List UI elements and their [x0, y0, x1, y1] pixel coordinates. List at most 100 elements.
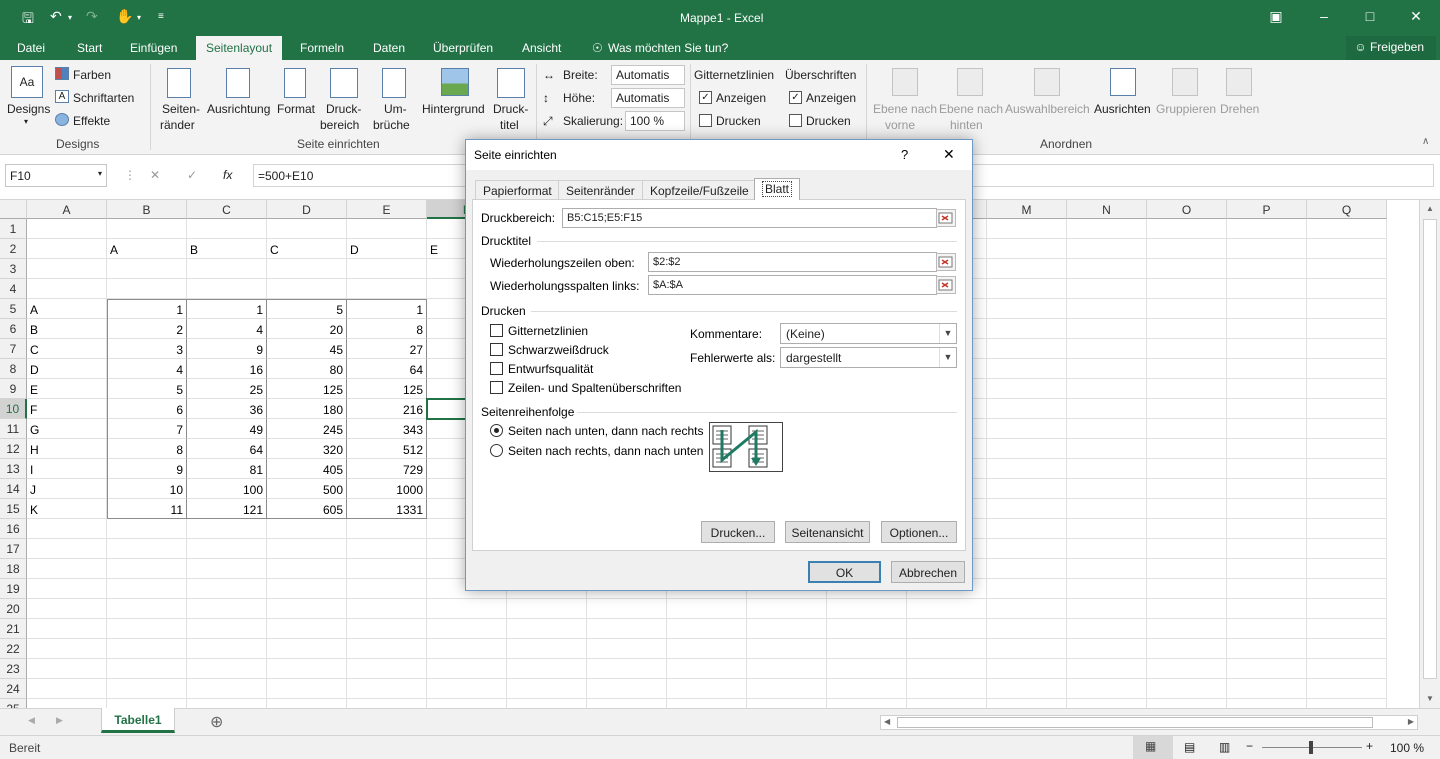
table-cell[interactable]: B [27, 319, 107, 339]
row-header[interactable]: 12 [0, 439, 27, 459]
table-cell[interactable]: 20 [267, 319, 347, 339]
row-header[interactable]: 2 [0, 239, 27, 259]
grid-cell[interactable] [507, 639, 587, 659]
grid-cell[interactable] [267, 659, 347, 679]
row-header[interactable]: 16 [0, 519, 27, 539]
row-header[interactable]: 23 [0, 659, 27, 679]
sheet-tab-tabelle1[interactable]: Tabelle1 [101, 708, 175, 733]
row-header[interactable]: 13 [0, 459, 27, 479]
table-cell[interactable]: A [107, 239, 187, 259]
grid-cell[interactable] [907, 699, 987, 708]
grid-cell[interactable] [1067, 499, 1147, 519]
collapse-range-icon[interactable] [936, 253, 956, 271]
druckbereich-button[interactable]: Druck- [326, 102, 361, 116]
designs-dropdown-icon[interactable]: ▾ [24, 117, 28, 126]
grid-cell[interactable] [1147, 439, 1227, 459]
table-cell[interactable]: 81 [187, 459, 267, 479]
grid-cell[interactable] [1067, 339, 1147, 359]
grid-cell[interactable] [1067, 299, 1147, 319]
grid-cell[interactable] [747, 699, 827, 708]
table-cell[interactable]: 2 [107, 319, 187, 339]
abbrechen-button[interactable]: Abbrechen [891, 561, 965, 583]
row-header[interactable]: 9 [0, 379, 27, 399]
print-area-icon[interactable] [330, 68, 358, 98]
tab-start[interactable]: Start [77, 41, 102, 55]
grid-cell[interactable] [1147, 239, 1227, 259]
tab-datei[interactable]: Datei [17, 41, 45, 55]
table-cell[interactable]: 8 [107, 439, 187, 459]
grid-cell[interactable] [347, 679, 427, 699]
grid-cell[interactable] [587, 659, 667, 679]
grid-cell[interactable] [1307, 359, 1387, 379]
grid-cell[interactable] [987, 659, 1067, 679]
grid-cell[interactable] [747, 659, 827, 679]
scroll-left-icon[interactable]: ◀ [884, 717, 890, 726]
grid-cell[interactable] [1067, 559, 1147, 579]
grid-cell[interactable] [1227, 359, 1307, 379]
table-cell[interactable]: 500 [267, 479, 347, 499]
table-cell[interactable]: 27 [347, 339, 427, 359]
grid-cell[interactable] [987, 259, 1067, 279]
undo-icon[interactable]: ↶ [50, 8, 62, 25]
drucken-button[interactable]: Drucken... [701, 521, 775, 543]
grid-cell[interactable] [1147, 579, 1227, 599]
grid-cell[interactable] [187, 579, 267, 599]
tab-ansicht[interactable]: Ansicht [522, 41, 561, 55]
save-icon[interactable]: 🖫 [22, 8, 34, 32]
grid-cell[interactable] [1067, 699, 1147, 708]
grid-cell[interactable] [1147, 519, 1227, 539]
row-header[interactable]: 6 [0, 319, 27, 339]
row-header[interactable]: 22 [0, 639, 27, 659]
grid-cell[interactable] [267, 699, 347, 708]
table-cell[interactable]: 8 [347, 319, 427, 339]
grid-cell[interactable] [987, 599, 1067, 619]
grid-cell[interactable] [1227, 399, 1307, 419]
grid-cell[interactable] [1307, 239, 1387, 259]
table-cell[interactable]: 9 [187, 339, 267, 359]
gitternetzlinien-checkbox[interactable] [490, 324, 503, 337]
table-cell[interactable]: D [347, 239, 427, 259]
margins-icon[interactable] [167, 68, 191, 98]
column-header[interactable]: D [267, 200, 347, 219]
grid-cell[interactable] [987, 299, 1067, 319]
grid-cell[interactable] [827, 599, 907, 619]
grid-cell[interactable] [1307, 499, 1387, 519]
grid-cell[interactable] [1227, 699, 1307, 708]
table-cell[interactable]: 80 [267, 359, 347, 379]
grid-cell[interactable] [1067, 379, 1147, 399]
grid-cell[interactable] [1227, 539, 1307, 559]
table-cell[interactable]: 100 [187, 479, 267, 499]
grid-cell[interactable] [507, 619, 587, 639]
row-header[interactable]: 17 [0, 539, 27, 559]
grid-cell[interactable] [267, 639, 347, 659]
grid-cell[interactable] [1147, 679, 1227, 699]
dialog-tab-seitenraender[interactable]: Seitenränder [558, 180, 643, 199]
grid-cell[interactable] [187, 539, 267, 559]
grid-cell[interactable] [987, 579, 1067, 599]
grid-cell[interactable] [667, 679, 747, 699]
seitenansicht-button[interactable]: Seitenansicht [785, 521, 870, 543]
column-header[interactable]: C [187, 200, 267, 219]
grid-cell[interactable] [267, 219, 347, 239]
kommentare-select[interactable]: (Keine) ▼ [780, 323, 957, 344]
umbrueche-button[interactable]: Um- [384, 102, 407, 116]
grid-cell[interactable] [27, 519, 107, 539]
insert-function-icon[interactable]: fx [223, 168, 232, 182]
normal-view-button[interactable]: ▦ [1133, 736, 1173, 759]
table-cell[interactable]: 64 [347, 359, 427, 379]
hoehe-select[interactable]: Automatis [611, 88, 685, 108]
grid-cell[interactable] [1147, 619, 1227, 639]
grid-cell[interactable] [107, 519, 187, 539]
grid-cell[interactable] [1147, 539, 1227, 559]
grid-cell[interactable] [507, 599, 587, 619]
row-header[interactable]: 18 [0, 559, 27, 579]
grid-cell[interactable] [1307, 339, 1387, 359]
grid-cell[interactable] [1227, 219, 1307, 239]
grid-cell[interactable] [27, 539, 107, 559]
table-cell[interactable]: C [267, 239, 347, 259]
effekte-button[interactable]: Effekte [73, 114, 110, 128]
column-header[interactable]: E [347, 200, 427, 219]
grid-cell[interactable] [1307, 599, 1387, 619]
grid-cell[interactable] [667, 619, 747, 639]
grid-cell[interactable] [747, 599, 827, 619]
